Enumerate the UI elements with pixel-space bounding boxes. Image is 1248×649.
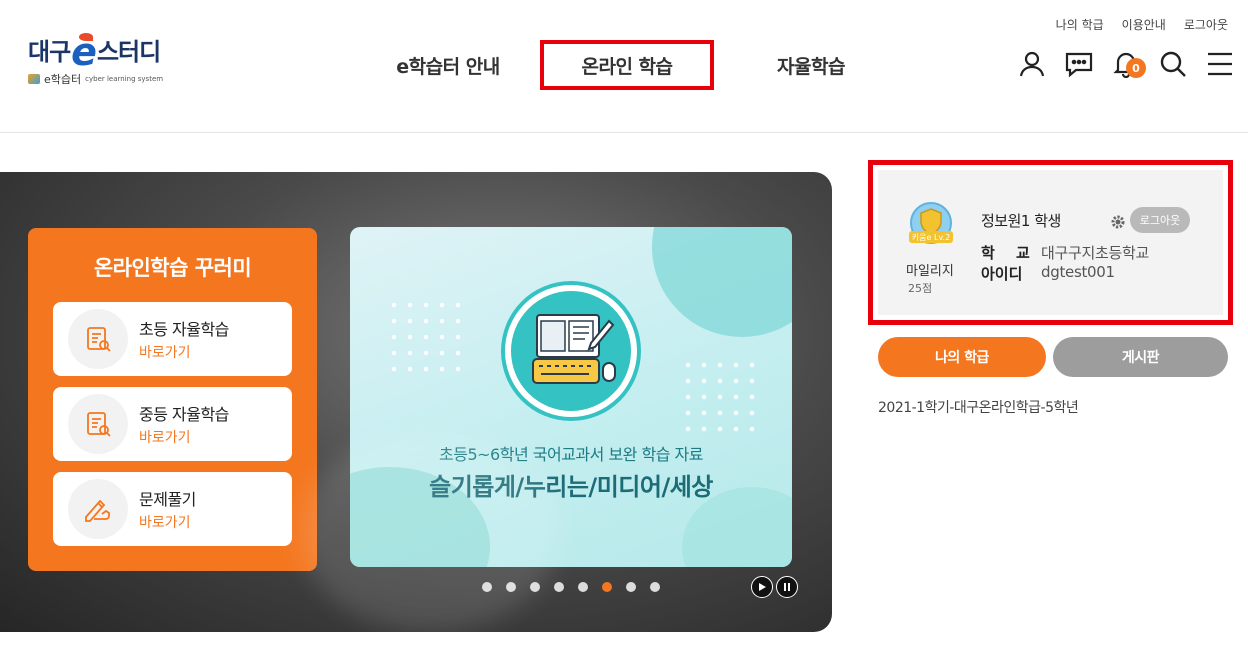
slider-dot[interactable] [578, 582, 588, 592]
checklist-search-icon [68, 394, 128, 454]
slider-dot[interactable] [482, 582, 492, 592]
banner-subtitle: 초등5~6학년 국어교과서 보완 학습 자료 [439, 445, 703, 464]
util-my-class-link[interactable]: 나의 학급 [1056, 16, 1104, 33]
learning-package-panel: 온라인학습 꾸러미 초등 자율학습 바로가기 중등 자율학습 바로가기 문제풀기… [28, 228, 317, 571]
id-row: 아이디 dgtest001 [981, 263, 1115, 284]
my-class-button[interactable]: 나의 학급 [878, 337, 1046, 377]
nav-item-online-learning[interactable]: 온라인 학습 [540, 40, 714, 90]
card-title: 초등 자율학습 [139, 320, 229, 339]
slider-dot[interactable] [554, 582, 564, 592]
nav-item-self-study[interactable]: 자율학습 [714, 40, 908, 90]
logo-e-mark: e [71, 30, 97, 74]
message-icon[interactable] [1063, 48, 1095, 80]
card-link[interactable]: 바로가기 [139, 512, 196, 532]
card-elementary-self-study[interactable]: 초등 자율학습 바로가기 [53, 302, 292, 376]
checklist-search-icon [68, 309, 128, 369]
profile-card: 키움e Lv.2 마일리지 25점 정보원1 학생 로그아웃 학 교 대구구지초… [878, 170, 1223, 315]
level-badge-text: 키움e Lv.2 [912, 233, 950, 242]
card-title: 중등 자율학습 [139, 405, 229, 424]
logout-button[interactable]: 로그아웃 [1130, 207, 1190, 233]
slider-pagination [482, 582, 660, 592]
mileage-points: 25점 [908, 282, 933, 295]
level-medal-icon: 키움e Lv.2 [907, 201, 955, 249]
gear-icon[interactable] [1110, 214, 1126, 234]
search-icon[interactable] [1157, 48, 1189, 80]
site-logo[interactable]: 대구 e 스터디 e학습터 cyber learning system [28, 32, 188, 96]
play-icon[interactable] [751, 576, 773, 598]
course-name[interactable]: 2021-1학기-대구온라인학급-5학년 [878, 397, 1079, 417]
id-label: 아이디 [981, 265, 1023, 283]
header-divider [0, 132, 1248, 133]
school-label: 학 교 [981, 244, 1038, 262]
board-button[interactable]: 게시판 [1053, 337, 1228, 377]
slider-dot[interactable] [626, 582, 636, 592]
school-row: 학 교 대구구지초등학교 [981, 242, 1149, 263]
utility-links: 나의 학급 이용안내 로그아웃 [1056, 16, 1228, 33]
promo-banner[interactable]: 초등5~6학년 국어교과서 보완 학습 자료 슬기롭게/누리는/미디어/세상 [350, 227, 792, 567]
slider-dot[interactable] [650, 582, 660, 592]
logo-sub-icon [28, 74, 40, 84]
header-icons: 0 [1016, 48, 1248, 80]
util-guide-link[interactable]: 이용안내 [1122, 16, 1166, 33]
banner-title: 슬기롭게/누리는/미디어/세상 [429, 473, 713, 501]
writing-hand-icon [68, 479, 128, 539]
logo-wordmark: 대구 e 스터디 [28, 30, 188, 74]
menu-icon[interactable] [1204, 48, 1236, 80]
book-keyboard-icon [505, 285, 637, 417]
logo-sub-en: cyber learning system [85, 75, 164, 83]
hero-section: 온라인학습 꾸러미 초등 자율학습 바로가기 중등 자율학습 바로가기 문제풀기… [0, 172, 832, 632]
id-value: dgtest001 [1041, 263, 1115, 281]
pause-icon[interactable] [776, 576, 798, 598]
card-link[interactable]: 바로가기 [139, 342, 229, 362]
school-value: 대구구지초등학교 [1041, 244, 1150, 262]
logo-subtitle: e학습터 cyber learning system [28, 71, 188, 87]
notification-badge: 0 [1126, 58, 1146, 78]
banner-dot-pattern [386, 297, 466, 377]
banner-deco-shape [652, 227, 792, 337]
logo-text-left: 대구 [28, 38, 71, 66]
slider-dot-active[interactable] [602, 582, 612, 592]
user-name: 정보원1 학생 [981, 212, 1061, 230]
util-logout-link[interactable]: 로그아웃 [1184, 16, 1228, 33]
card-link[interactable]: 바로가기 [139, 427, 229, 447]
card-middle-self-study[interactable]: 중등 자율학습 바로가기 [53, 387, 292, 461]
card-problem-solving[interactable]: 문제풀기 바로가기 [53, 472, 292, 546]
slider-dot[interactable] [506, 582, 516, 592]
user-icon[interactable] [1016, 48, 1048, 80]
logo-text-right: 스터디 [96, 38, 161, 66]
nav-item-guide[interactable]: e학습터 안내 [356, 40, 540, 90]
banner-dot-pattern [680, 357, 760, 437]
main-nav: e학습터 안내 온라인 학습 자율학습 [356, 40, 908, 90]
banner-deco-shape [350, 467, 490, 567]
slider-dot[interactable] [530, 582, 540, 592]
bell-icon[interactable]: 0 [1110, 48, 1146, 80]
learning-package-title: 온라인학습 꾸러미 [93, 256, 252, 280]
card-title: 문제풀기 [139, 490, 196, 509]
profile-panel: 키움e Lv.2 마일리지 25점 정보원1 학생 로그아웃 학 교 대구구지초… [868, 160, 1233, 325]
mileage-label: 마일리지 [906, 264, 954, 279]
